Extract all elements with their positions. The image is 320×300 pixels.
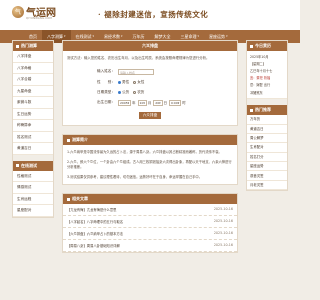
radio-unchecked-icon xyxy=(133,90,137,94)
almanac-line: 忌：嫁娶 出行 xyxy=(250,83,271,88)
square-icon xyxy=(16,44,19,48)
day-select[interactable]: 20 ▾ xyxy=(153,99,163,106)
almanac-line: 乙巳年十月十七 xyxy=(250,68,273,73)
almanac-line: 【星期二】 xyxy=(250,61,266,66)
birth-row: 出生日期： 2005 ▾ 年 10 ▾ 月 20 ▾ 日 0:00 ▾ 时 xyxy=(63,97,237,108)
site-slogan: · 褪除封建迷信，宣扬传统文化 xyxy=(98,10,209,19)
sidebar-item[interactable]: 观音灵签 xyxy=(247,171,287,181)
hour-unit: 时 xyxy=(182,101,186,105)
site-header: 气 气运网 QIYUNWANG.COM · 褪除封建迷信，宣扬传统文化 xyxy=(0,0,300,34)
sidebar-item[interactable]: 生肖配对 xyxy=(247,143,287,153)
gender-label: 性 别： xyxy=(97,79,115,84)
page-bottom xyxy=(0,296,300,300)
intro-title: 测算简介 xyxy=(63,135,237,145)
submit-button[interactable]: 六爻排盘 xyxy=(139,112,161,119)
article-row[interactable]: 【八字起名】八字命理中的五行与取名 2025-10-16 xyxy=(63,216,237,228)
right-sidebar-heading: 今日黄历 xyxy=(247,41,287,51)
sidebar-item[interactable]: 八字排盘 xyxy=(13,51,53,63)
almanac-line: 2025年10月 xyxy=(250,54,269,59)
sidebar-item[interactable]: 紫微斗数 xyxy=(13,97,53,109)
square-icon xyxy=(67,138,70,142)
day-unit: 日 xyxy=(163,101,168,105)
sidebar-item[interactable]: 性格测试 xyxy=(13,171,53,182)
almanac-line: 宜：祭祀 祈福 xyxy=(250,76,271,81)
sidebar-item[interactable]: 周公解梦 xyxy=(247,134,287,144)
article-title: 【周易八卦】周易八卦基础知识详解 xyxy=(67,244,120,248)
sidebar-item[interactable]: 八字命格 xyxy=(13,63,53,74)
logo-domain: QIYUNWANG.COM xyxy=(26,17,52,20)
article-date: 2025-10-16 xyxy=(213,207,233,211)
sidebar-item[interactable]: 月老灵签 xyxy=(247,181,287,191)
article-row[interactable]: 【六爻排盘】六爻纳甲占卜的基本方法 2025-10-16 xyxy=(63,228,237,240)
name-label: 输入姓名： xyxy=(97,69,115,73)
sidebar-item[interactable]: 星座运势 xyxy=(247,162,287,172)
divination-form-panel: 六爻排盘 测试方法：输入您的姓名、农历出生年月，以及出生时辰，系统会按照命理规律… xyxy=(62,40,238,126)
month-unit: 月 xyxy=(147,101,152,105)
sidebar-item[interactable]: 九星命盘 xyxy=(13,86,53,97)
hour-select[interactable]: 0:00 ▾ xyxy=(169,99,182,106)
almanac-block: 2025年10月 【星期二】乙巳年十月十七 宜：祭祀 祈福 忌：嫁娶 出行 冲猪煞东 xyxy=(247,51,287,100)
article-title: 【八字起名】八字命理中的五行与取名 xyxy=(67,220,124,224)
left-sidebar: 热门测算 八字排盘 八字命格 八字合婚 九星命盘 紫微斗数 生日运势 称骨算命 姓名测试 黄道吉… xyxy=(12,40,54,218)
form-title: 六爻排盘 xyxy=(63,41,237,51)
right-sidebar: 今日黄历 2025年10月 【星期二】乙巳年十月十七 宜：祭祀 祈福 忌：嫁娶 出行冲… xyxy=(246,40,288,192)
form-intro: 测试方法：输入您的姓名、农历出生年月，以及出生时辰，系统会按照命理规律为您进行分… xyxy=(67,56,210,60)
sidebar-item[interactable]: 情感测试 xyxy=(13,182,53,194)
square-icon xyxy=(67,197,70,201)
article-date: 2025-10-16 xyxy=(213,219,233,223)
square-icon xyxy=(16,164,19,167)
name-input[interactable]: 请输入姓名 xyxy=(118,68,154,75)
month-select[interactable]: 10 ▾ xyxy=(137,99,147,106)
articles-panel: 相关文章 【亢龙有悔】亢龙有悔是什么意思 2025-10-16 【八字起名】八字命理… xyxy=(62,193,238,253)
almanac-line: 冲猪煞东 xyxy=(250,90,263,95)
logo-icon: 气 xyxy=(12,5,24,18)
sidebar-item[interactable]: 姓名测试 xyxy=(13,132,53,143)
sidebar-item[interactable]: 生肖运程 xyxy=(13,194,53,205)
gender-row: 性 别： 男性 女性 xyxy=(63,77,237,87)
sidebar-item[interactable]: 称骨算命 xyxy=(13,120,53,132)
name-row: 输入姓名： 请输入姓名 xyxy=(63,66,237,77)
radio-unchecked-icon xyxy=(133,80,137,84)
sidebar-item[interactable]: 姓名打分 xyxy=(247,153,287,162)
article-date: 2025-10-16 xyxy=(213,243,233,247)
sidebar-item[interactable]: 星座配对 xyxy=(13,205,53,217)
sidebar-item[interactable]: 黄道吉日 xyxy=(13,143,53,155)
sidebar-item[interactable]: 生日运势 xyxy=(13,109,53,120)
sidebar-item[interactable]: 八字合婚 xyxy=(13,74,53,86)
gender-radio-female[interactable]: 女性 xyxy=(133,80,144,85)
radio-checked-icon xyxy=(118,80,121,84)
year-unit: 年 xyxy=(132,101,136,105)
article-title: 【六爻排盘】六爻纳甲占卜的基本方法 xyxy=(67,232,124,236)
calendar-label: 日期类型： xyxy=(97,89,115,94)
calendar-radio-solar[interactable]: 公历 xyxy=(118,90,129,95)
calendar-radio-lunar[interactable]: 农历 xyxy=(133,90,144,95)
left-sidebar-heading: 热门测算 xyxy=(13,41,53,51)
right-sidebar-heading-2: 热门推荐 xyxy=(247,105,287,116)
calendar-row: 日期类型： 公历 农历 xyxy=(63,87,237,97)
birth-label: 出生日期： xyxy=(97,100,115,104)
main-content: 六爻排盘 测试方法：输入您的姓名、农历出生年月，以及出生时辰，系统会按照命理规律… xyxy=(62,40,238,261)
article-date: 2025-10-16 xyxy=(213,231,233,235)
square-icon xyxy=(250,44,253,48)
intro-panel: 测算简介 1.六爻纳甲是中国流传最为久远的占卜法，源于周易八卦。六爻排盘以其占断… xyxy=(62,134,238,185)
gender-radio-male[interactable]: 男性 xyxy=(118,80,129,85)
left-sidebar-heading-2: 在线测试 xyxy=(13,160,53,171)
article-row[interactable]: 【周易八卦】周易八卦基础知识详解 2025-10-16 xyxy=(63,240,237,252)
article-row[interactable]: 【亢龙有悔】亢龙有悔是什么意思 2025-10-16 xyxy=(63,204,237,216)
article-title: 【亢龙有悔】亢龙有悔是什么意思 xyxy=(67,208,117,212)
square-icon xyxy=(250,108,253,112)
sidebar-item[interactable]: 黄道吉日 xyxy=(247,125,287,134)
intro-paragraph: 2.六爻，即六个爻位，一个卦由六个爻组成。古人用三枚铜钱摇卦六次得出卦象，再配以… xyxy=(67,159,232,169)
intro-paragraph: 1.六爻纳甲是中国流传最为久远的占卜法，源于周易八卦。六爻排盘以其占断精准而著称… xyxy=(67,149,222,154)
year-select[interactable]: 2005 ▾ xyxy=(118,99,132,106)
intro-paragraph: 3.测试结果仅供参考，建议理性看待，切勿迷信。运势好坏在于自身，命运掌握在自己手… xyxy=(67,174,203,179)
radio-checked-icon xyxy=(118,90,121,94)
articles-title: 相关文章 xyxy=(63,194,237,204)
sidebar-item[interactable]: 万年历 xyxy=(247,115,287,125)
